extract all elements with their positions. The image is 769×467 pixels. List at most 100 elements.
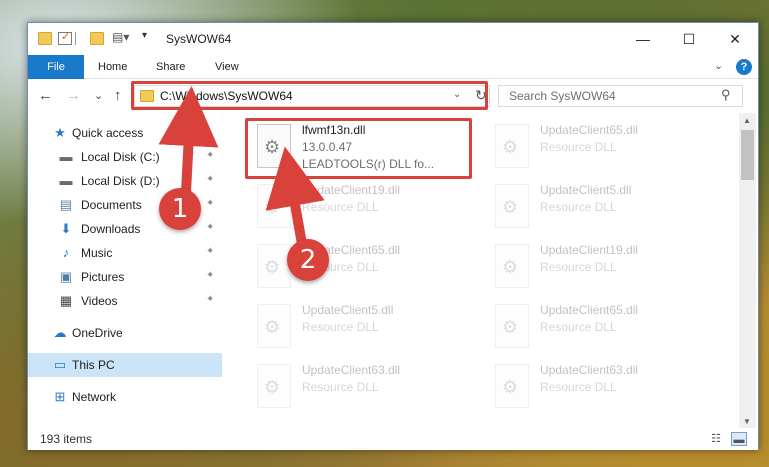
details-view-icon[interactable]: ☷: [708, 432, 724, 446]
music-icon: ♪: [62, 245, 70, 260]
address-bar-highlight: [131, 81, 488, 110]
forward-button[interactable]: →: [66, 87, 81, 104]
vertical-scrollbar[interactable]: ▲ ▼: [739, 113, 756, 431]
folder-icon: [38, 32, 52, 45]
step-badge-1: 1: [159, 188, 201, 230]
maximize-button[interactable]: ☐: [666, 23, 712, 55]
network-icon: ⊞: [54, 389, 66, 404]
pictures-icon: ▣: [59, 269, 73, 284]
sidebar-item-local-disk-c[interactable]: ▬ Local Disk (C:) ✦: [28, 145, 222, 169]
ribbon-expand-icon[interactable]: ⌄: [714, 59, 723, 72]
downloads-icon: ⬇: [60, 221, 72, 236]
file-name: UpdateClient19.dll: [540, 243, 639, 257]
file-description: Resource DLL: [540, 320, 617, 334]
pin-icon[interactable]: ✦: [206, 246, 214, 257]
sidebar-item-label: Local Disk (D:): [81, 174, 160, 188]
sidebar-item-onedrive[interactable]: ☁ OneDrive: [28, 321, 222, 345]
search-placeholder: Search SysWOW64: [509, 89, 616, 103]
file-item[interactable]: UpdateClient63.dll Resource DLL: [252, 359, 472, 415]
item-count: 193 items: [40, 432, 93, 446]
file-name: UpdateClient5.dll: [540, 183, 632, 197]
file-description: Resource DLL: [540, 140, 617, 154]
file-item[interactable]: UpdateClient65.dll Resource DLL: [252, 239, 472, 295]
quick-access-toolbar-icon[interactable]: ▤▾: [112, 30, 129, 44]
scroll-up-icon[interactable]: ▲: [743, 116, 751, 125]
scroll-thumb[interactable]: [741, 130, 754, 180]
file-description: Resource DLL: [302, 380, 379, 394]
file-description: Resource DLL: [540, 380, 617, 394]
sidebar-item-label: Downloads: [81, 222, 141, 236]
dll-file-icon: [495, 304, 529, 348]
tab-share[interactable]: Share: [156, 55, 185, 79]
sidebar-item-label: Quick access: [72, 126, 144, 140]
file-item[interactable]: UpdateClient63.dll Resource DLL: [490, 359, 710, 415]
file-name: UpdateClient19.dll: [302, 183, 401, 197]
file-description: Resource DLL: [302, 200, 379, 214]
sidebar-item-network[interactable]: ⊞ Network: [28, 385, 222, 409]
pin-icon[interactable]: ✦: [206, 294, 214, 305]
minimize-button[interactable]: —: [620, 23, 666, 55]
search-input[interactable]: Search SysWOW64 ⚲: [498, 85, 743, 107]
file-description: Resource DLL: [540, 260, 617, 274]
dll-file-icon: [257, 184, 291, 228]
recent-locations-button[interactable]: ⌄: [94, 89, 103, 102]
dll-file-icon: [495, 244, 529, 288]
dll-file-icon: [257, 304, 291, 348]
sidebar-item-this-pc[interactable]: ▭ This PC: [28, 353, 222, 377]
step-badge-2: 2: [287, 239, 329, 281]
search-icon[interactable]: ⚲: [721, 87, 731, 103]
tab-view[interactable]: View: [215, 55, 239, 79]
window-title: SysWOW64: [166, 32, 232, 46]
pin-icon[interactable]: ✦: [206, 150, 214, 161]
sidebar-item-local-disk-d[interactable]: ▬ Local Disk (D:) ✦: [28, 169, 222, 193]
documents-icon: ▤: [59, 197, 73, 212]
file-item[interactable]: UpdateClient65.dll Resource DLL: [490, 299, 710, 355]
dll-file-icon: [495, 124, 529, 168]
file-item[interactable]: UpdateClient19.dll Resource DLL: [252, 179, 472, 235]
tab-home[interactable]: Home: [98, 55, 127, 79]
pin-icon[interactable]: ✦: [206, 270, 214, 281]
sidebar-item-pictures[interactable]: ▣ Pictures ✦: [28, 265, 222, 289]
pin-icon[interactable]: ✦: [206, 174, 214, 185]
properties-check-icon[interactable]: [58, 30, 72, 45]
new-folder-icon[interactable]: [90, 32, 104, 45]
dll-file-icon: [495, 364, 529, 408]
file-item[interactable]: UpdateClient5.dll Resource DLL: [490, 179, 710, 235]
file-item[interactable]: UpdateClient19.dll Resource DLL: [490, 239, 710, 295]
close-button[interactable]: ✕: [712, 23, 758, 55]
tab-file[interactable]: File: [28, 55, 84, 79]
pin-icon[interactable]: ✦: [206, 198, 214, 209]
customize-toolbar-arrow-icon[interactable]: ▾: [142, 30, 147, 41]
help-icon[interactable]: ?: [736, 59, 752, 75]
sidebar-item-label: Documents: [81, 198, 142, 212]
back-button[interactable]: ←: [38, 87, 53, 104]
scroll-down-icon[interactable]: ▼: [743, 417, 751, 426]
file-item[interactable]: UpdateClient5.dll Resource DLL: [252, 299, 472, 355]
sidebar-item-label: Local Disk (C:): [81, 150, 160, 164]
sidebar-item-videos[interactable]: ▦ Videos ✦: [28, 289, 222, 313]
videos-icon: ▦: [59, 293, 73, 308]
file-name: UpdateClient65.dll: [540, 123, 639, 137]
this-pc-icon: ▭: [53, 357, 67, 372]
dll-file-icon: [257, 244, 291, 288]
status-bar: 193 items ☷ ▬: [28, 428, 758, 450]
sidebar-item-music[interactable]: ♪ Music ✦: [28, 241, 222, 265]
onedrive-icon: ☁: [53, 325, 67, 340]
file-name: UpdateClient63.dll: [302, 363, 401, 377]
file-name: UpdateClient5.dll: [302, 303, 394, 317]
file-name: UpdateClient63.dll: [540, 363, 639, 377]
file-description: Resource DLL: [302, 320, 379, 334]
navigation-pane: ★ Quick access ▬ Local Disk (C:) ✦ ▬ Loc…: [28, 113, 224, 431]
sidebar-item-quick-access[interactable]: ★ Quick access: [28, 121, 222, 145]
file-item[interactable]: UpdateClient65.dll Resource DLL: [490, 119, 710, 175]
up-button[interactable]: ↑: [114, 87, 122, 104]
drive-icon: ▬: [59, 173, 73, 188]
sidebar-item-label: Videos: [81, 294, 118, 308]
toolbar-separator: [75, 32, 76, 45]
tiles-view-icon[interactable]: ▬: [731, 432, 747, 446]
title-bar: ▤▾ ▾ SysWOW64 — ☐ ✕: [28, 23, 758, 55]
pin-icon[interactable]: ✦: [206, 222, 214, 233]
sidebar-item-label: Network: [72, 390, 117, 404]
dll-file-icon: [257, 364, 291, 408]
file-name: UpdateClient65.dll: [540, 303, 639, 317]
